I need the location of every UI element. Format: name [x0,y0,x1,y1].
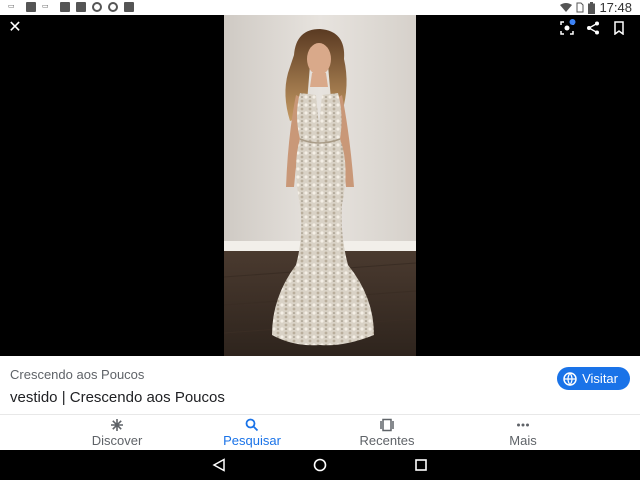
status-bar: ▭ ▭ 17:48 [0,0,640,15]
nav-pesquisar-label: Pesquisar [223,433,281,448]
nav-mais-label: Mais [509,433,537,448]
nav-discover-label: Discover [91,433,143,448]
gallery-icon [124,2,134,12]
nav-discover[interactable]: Discover [77,415,157,451]
overview-icon[interactable] [414,458,428,472]
close-icon[interactable]: ✕ [7,20,23,36]
cast-icon: ▭ [8,3,15,10]
clock: 17:48 [599,0,632,15]
visit-button[interactable]: Visitar [557,367,630,390]
cast-icon: ▭ [42,3,49,10]
result-source[interactable]: Crescendo aos Poucos [10,367,144,382]
image-viewer[interactable]: ✕ [0,15,640,356]
asterisk-icon [111,419,123,431]
result-info-panel: Crescendo aos Poucos vestido | Crescendo… [0,356,640,414]
share-icon[interactable] [586,21,600,35]
image-icon [26,2,36,12]
search-icon [245,418,259,432]
home-icon[interactable] [313,458,327,472]
bottom-navigation: Discover Pesquisar Recentes Mais [0,414,640,450]
result-title[interactable]: vestido | Crescendo aos Poucos [10,389,225,406]
nav-pesquisar[interactable]: Pesquisar [212,415,292,451]
no-sim-icon [576,2,584,13]
lens-icon[interactable] [560,19,576,35]
nav-recentes[interactable]: Recentes [347,415,427,451]
image-icon [60,2,70,12]
image-icon [76,2,86,12]
chrome-icon [92,2,102,12]
dress-photo [224,15,416,356]
nav-recentes-label: Recentes [359,433,415,448]
result-image[interactable] [224,15,416,356]
visit-label: Visitar [582,371,618,386]
notification-icons: ▭ ▭ [8,2,134,12]
system-navigation-bar [0,450,640,480]
more-dots-icon [517,423,529,427]
globe-icon [563,371,577,386]
back-icon[interactable] [212,458,226,472]
recent-tabs-icon [380,418,394,432]
nav-mais[interactable]: Mais [483,415,563,451]
battery-icon [588,1,596,14]
wifi-icon [560,2,573,12]
bookmark-icon[interactable] [612,21,626,35]
chrome-icon [108,2,118,12]
